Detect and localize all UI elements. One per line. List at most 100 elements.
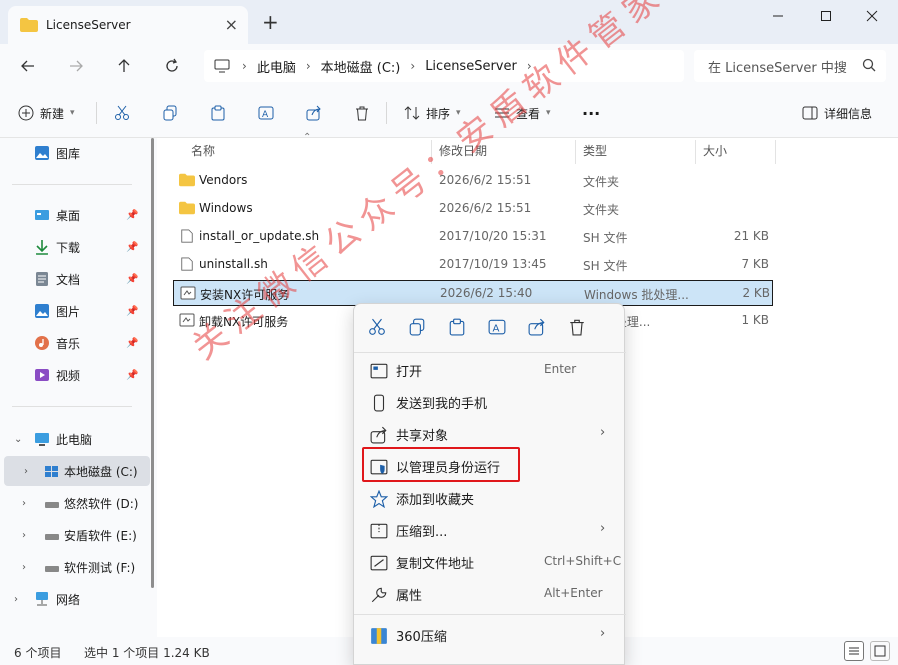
forward-button[interactable] [62,52,90,80]
sidebar-item-videos[interactable]: 视频 📌 [0,360,154,390]
share-button[interactable] [306,102,328,124]
rename-button[interactable]: A [258,102,280,124]
back-button[interactable] [14,52,42,80]
tiles-view-button[interactable] [870,641,890,661]
trash-icon[interactable] [568,318,586,336]
sidebar-item-pictures[interactable]: 图片 📌 [0,296,154,326]
table-row[interactable]: Windows 2026/6/2 15:51 文件夹 [173,196,773,222]
chevron-right-icon[interactable]: › [527,59,532,73]
chevron-right-icon[interactable]: › [24,466,28,477]
table-row[interactable]: Vendors 2026/6/2 15:51 文件夹 [173,168,773,194]
breadcrumb-licenseserver[interactable]: LicenseServer [425,59,517,74]
view-button[interactable]: 查看 ▾ [494,102,551,124]
arrow-up-icon [118,59,130,72]
pin-icon[interactable]: 📌 [126,274,138,285]
close-window-button[interactable] [852,4,892,28]
pin-icon[interactable]: 📌 [126,242,138,253]
chevron-right-icon[interactable]: › [242,59,247,73]
pin-icon[interactable]: 📌 [126,306,138,317]
sidebar-item-gallery[interactable]: 图库 [0,138,154,168]
sidebar-item-local-disk-c[interactable]: › 本地磁盘 (C:) [4,456,150,486]
copy-button[interactable] [162,102,184,124]
menu-item-run-as-admin[interactable]: 以管理员身份运行 [360,451,620,481]
sidebar-item-music[interactable]: 音乐 📌 [0,328,154,358]
column-divider[interactable] [575,140,576,164]
minimize-button[interactable] [758,4,798,28]
sidebar-item-drive-d[interactable]: › 悠然软件 (D:) [0,488,154,518]
chevron-down-icon[interactable]: ⌄ [14,434,22,445]
copy-icon[interactable] [408,318,426,336]
close-tab-icon[interactable]: × [225,15,238,34]
table-row[interactable]: install_or_update.sh 2017/10/20 15:31 SH… [173,224,773,250]
menu-item-copy-path[interactable]: 复制文件地址 Ctrl+Shift+C [360,547,621,577]
menu-item-compress-to[interactable]: 压缩到... › [360,515,620,545]
svg-text:A: A [262,110,269,120]
sidebar-item-documents[interactable]: 文档 📌 [0,264,154,294]
more-options-button[interactable]: ··· [582,102,600,124]
paste-button[interactable] [210,102,232,124]
chevron-right-icon[interactable]: › [22,498,26,509]
maximize-button[interactable] [806,4,846,28]
rename-icon[interactable]: A [488,318,506,336]
chevron-right-icon[interactable]: › [22,562,26,573]
folder-icon [20,18,38,32]
table-row[interactable]: uninstall.sh 2017/10/19 13:45 SH 文件 7 KB [173,252,773,278]
scissors-icon[interactable] [368,318,386,336]
chevron-right-icon[interactable]: › [14,594,18,605]
breadcrumb-local-disk[interactable]: 本地磁盘 (C:) [321,57,401,76]
sort-button[interactable]: 排序 ▾ [404,102,461,124]
maximize-icon [821,11,831,21]
column-header-size[interactable]: 大小 [703,142,727,164]
pin-icon[interactable]: 📌 [126,370,138,381]
chevron-right-icon[interactable]: › [306,59,311,73]
pin-icon[interactable]: 📌 [126,338,138,349]
plus-circle-icon [18,105,34,121]
sidebar-item-downloads[interactable]: 下载 📌 [0,232,154,262]
column-divider[interactable] [695,140,696,164]
file-size: 21 KB [733,229,769,243]
divider [354,614,626,615]
file-date: 2026/6/2 15:51 [439,201,532,215]
up-button[interactable] [110,52,138,80]
minimize-icon [773,15,783,17]
chevron-right-icon[interactable]: › [410,59,415,73]
delete-button[interactable] [354,102,376,124]
column-divider[interactable] [775,140,776,164]
column-header-type[interactable]: 类型 [583,142,607,164]
menu-item-properties[interactable]: 属性 Alt+Enter [360,579,620,609]
menu-item-add-favorites[interactable]: 添加到收藏夹 [360,483,620,513]
sidebar-item-drive-f[interactable]: › 软件测试 (F:) [0,552,154,582]
search-input[interactable]: 在 LicenseServer 中搜 [694,50,886,82]
new-tab-button[interactable]: + [262,10,279,34]
column-header-name[interactable]: 名称 [191,142,215,164]
details-pane-button[interactable]: 详细信息 [802,102,872,124]
tab-label: LicenseServer [46,18,131,32]
music-icon [35,336,49,350]
clipboard-icon[interactable] [448,318,466,336]
breadcrumb-this-pc[interactable]: 此电脑 [257,57,296,76]
sidebar-item-desktop[interactable]: 桌面 📌 [0,200,154,230]
column-divider[interactable] [431,140,432,164]
menu-item-360-compress[interactable]: 360压缩 › [360,620,620,650]
file-type: SH 文件 [583,259,628,273]
cut-button[interactable] [114,102,136,124]
details-view-button[interactable] [844,641,864,661]
address-bar[interactable]: › 此电脑 › 本地磁盘 (C:) › LicenseServer › [204,50,684,82]
share-icon[interactable] [528,318,546,336]
new-button[interactable]: 新建 ▾ [18,102,75,124]
file-name: 卸载NX许可服务 [199,315,289,329]
drive-icon [45,534,59,540]
menu-item-share-with[interactable]: 共享对象 › [360,419,620,449]
refresh-button[interactable] [158,52,186,80]
menu-item-send-to-phone[interactable]: 发送到我的手机 [360,387,620,417]
sidebar-scrollbar[interactable] [151,138,154,588]
column-header-date[interactable]: 修改日期 [439,142,487,164]
sidebar-item-drive-e[interactable]: › 安盾软件 (E:) [0,520,154,550]
sidebar-item-this-pc[interactable]: ⌄ 此电脑 [0,424,154,454]
new-label: 新建 [40,106,65,121]
menu-item-open[interactable]: 打开 Enter [360,355,620,385]
sidebar-item-network[interactable]: › 网络 [0,584,154,614]
chevron-right-icon[interactable]: › [22,530,26,541]
pin-icon[interactable]: 📌 [126,210,138,221]
tab-licenseserver[interactable]: LicenseServer × [8,6,248,44]
